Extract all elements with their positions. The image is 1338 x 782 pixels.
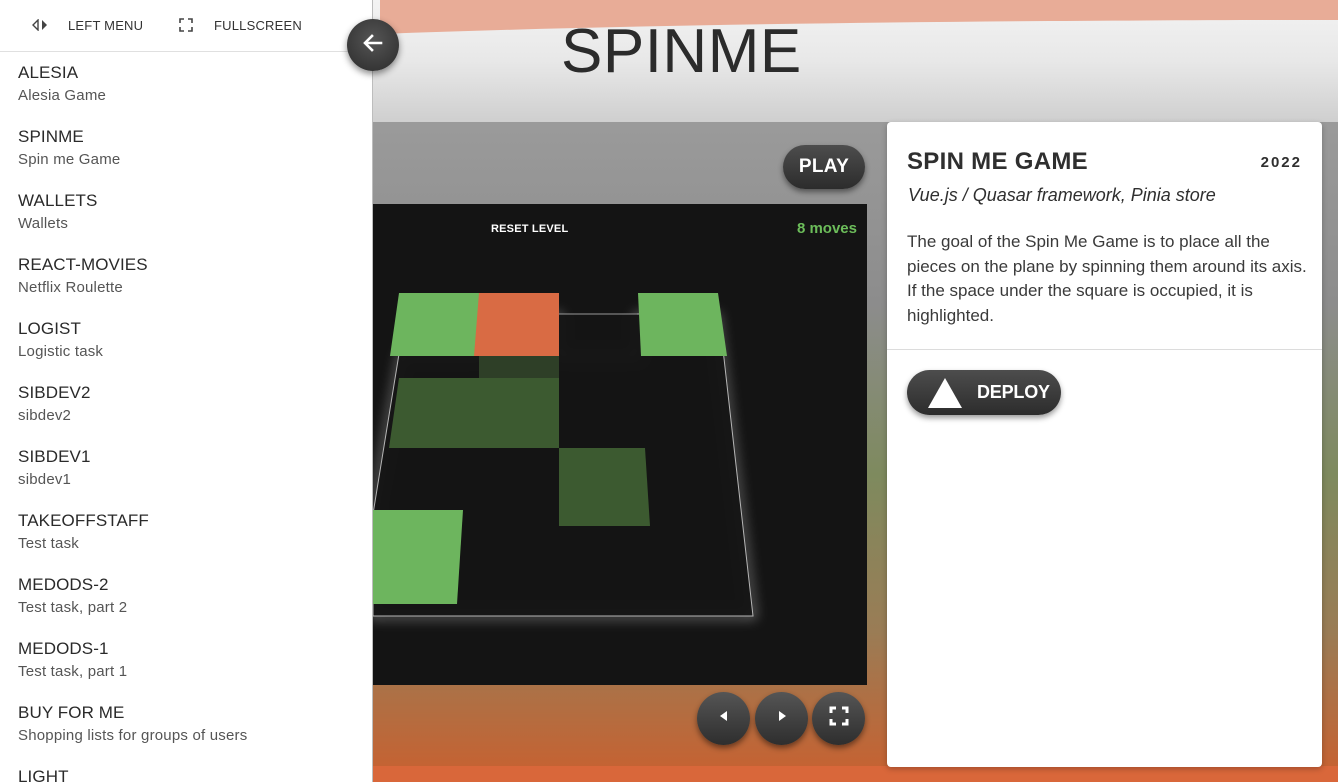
menu-item-spinme[interactable]: SPINME Spin me Game: [0, 116, 372, 180]
menu-item-title: SIBDEV1: [18, 447, 91, 466]
deploy-label: DEPLOY: [977, 382, 1050, 402]
arrow-left-icon: [361, 31, 385, 60]
prev-button[interactable]: [697, 692, 750, 745]
card-divider: [887, 349, 1322, 350]
deploy-button[interactable]: DEPLOY: [907, 370, 1061, 415]
menu-item-title: SPINME: [18, 127, 84, 146]
menu-item-alesia[interactable]: ALESIA Alesia Game: [0, 52, 372, 116]
board-cell-dark: [389, 378, 559, 448]
menu-item-medods-2[interactable]: MEDODS-2 Test task, part 2: [0, 564, 372, 628]
menu-item-title: TAKEOFFSTAFF: [18, 511, 149, 530]
fullscreen-button[interactable]: FULLSCREEN: [176, 16, 302, 34]
menu-item-title: REACT-MOVIES: [18, 255, 148, 274]
play-button[interactable]: PLAY: [783, 145, 865, 189]
next-button[interactable]: [755, 692, 808, 745]
reset-level-button[interactable]: RESET LEVEL: [491, 223, 568, 235]
triangle-logo-icon: [928, 377, 962, 408]
page-title: SPINME: [561, 17, 802, 86]
menu-item-subtitle: Test task, part 1: [18, 663, 128, 680]
project-card: SPIN ME GAME 2022 Vue.js / Quasar framew…: [887, 122, 1322, 767]
card-title: SPIN ME GAME: [907, 148, 1088, 175]
menu-item-title: WALLETS: [18, 191, 98, 210]
menu-item-wallets[interactable]: WALLETS Wallets: [0, 180, 372, 244]
game-board[interactable]: [373, 204, 867, 685]
menu-item-medods-1[interactable]: MEDODS-1 Test task, part 1: [0, 628, 372, 692]
menu-item-react-movies[interactable]: REACT-MOVIES Netflix Roulette: [0, 244, 372, 308]
menu-item-subtitle: sibdev1: [18, 471, 72, 488]
menu-item-sibdev1[interactable]: SIBDEV1 sibdev1: [0, 436, 372, 500]
menu-item-subtitle: Test task: [18, 535, 79, 552]
card-year: 2022: [1260, 154, 1302, 171]
moves-counter: 8 moves: [796, 220, 857, 237]
fullscreen-icon: [176, 18, 196, 32]
menu-item-title: MEDODS-1: [18, 639, 109, 658]
menu-item-takeoffstaff[interactable]: TAKEOFFSTAFF Test task: [0, 500, 372, 564]
menu-item-subtitle: Netflix Roulette: [18, 279, 123, 296]
menu-item-title: LIGHT: [18, 767, 69, 782]
menu-item-subtitle: sibdev2: [18, 407, 72, 424]
menu-item-subtitle: Spin me Game: [18, 151, 121, 168]
board-cell-shadow: [479, 356, 559, 378]
menu-item-subtitle: Alesia Game: [18, 87, 107, 104]
menu-item-buy-for-me[interactable]: BUY FOR ME Shopping lists for groups of …: [0, 692, 372, 756]
menu-item-title: BUY FOR ME: [18, 703, 125, 722]
left-menu-label: LEFT MENU: [68, 17, 144, 33]
game-piece[interactable]: [373, 510, 463, 604]
menu-item-logist[interactable]: LOGIST Logistic task: [0, 308, 372, 372]
board-cell-dark: [559, 448, 650, 526]
caret-right-icon: [775, 709, 789, 728]
menu-item-light[interactable]: LIGHT: [0, 756, 372, 782]
menu-item-subtitle: Test task, part 2: [18, 599, 128, 616]
game-piece[interactable]: [638, 293, 727, 356]
menu-item-title: ALESIA: [18, 63, 79, 82]
menu-item-subtitle: Shopping lists for groups of users: [18, 727, 248, 744]
fullscreen-game-button[interactable]: [812, 692, 865, 745]
drawer-close-button[interactable]: [347, 19, 399, 71]
menu-item-title: MEDODS-2: [18, 575, 109, 594]
fullscreen-label: FULLSCREEN: [214, 17, 302, 33]
menu-item-sibdev2[interactable]: SIBDEV2 sibdev2: [0, 372, 372, 436]
caret-left-icon: [717, 709, 731, 728]
project-menu: ALESIA Alesia Game SPINME Spin me Game W…: [0, 52, 372, 782]
menu-item-subtitle: Wallets: [18, 215, 69, 232]
card-description: The goal of the Spin Me Game is to place…: [907, 232, 1307, 326]
fullscreen-icon: [829, 706, 849, 731]
left-menu-button[interactable]: LEFT MENU: [30, 16, 143, 34]
game-canvas[interactable]: RESET LEVEL 8 moves: [373, 204, 867, 685]
game-piece-highlighted[interactable]: [474, 293, 559, 356]
left-drawer: LEFT MENU FULLSCREEN ALESIA Alesia Game …: [0, 0, 373, 782]
menu-item-subtitle: Logistic task: [18, 343, 104, 360]
drawer-toolbar: LEFT MENU FULLSCREEN: [0, 0, 372, 52]
card-subtitle: Vue.js / Quasar framework, Pinia store: [908, 185, 1216, 205]
code-arrows-icon: [30, 19, 50, 31]
menu-item-title: LOGIST: [18, 319, 81, 338]
game-piece[interactable]: [390, 293, 479, 356]
menu-item-title: SIBDEV2: [18, 383, 91, 402]
